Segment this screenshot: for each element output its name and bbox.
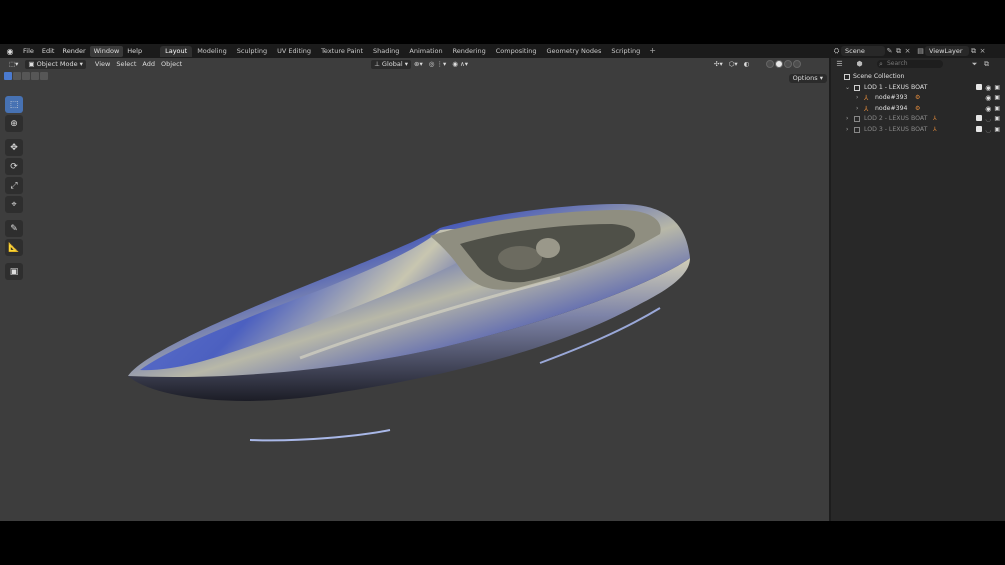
camera-icon[interactable]: ▣ xyxy=(994,84,1000,92)
tab-sculpting[interactable]: Sculpting xyxy=(232,46,272,57)
camera-icon[interactable]: ▣ xyxy=(994,94,1000,102)
tab-animation[interactable]: Animation xyxy=(404,46,447,57)
tab-uv-editing[interactable]: UV Editing xyxy=(272,46,316,57)
collection-row-lod3[interactable]: › LOD 3 - LEXUS BOAT ⅄ ◡ ▣ xyxy=(831,125,1005,136)
include-checkbox[interactable] xyxy=(976,125,983,132)
tab-shading[interactable]: Shading xyxy=(368,46,404,57)
blender-window: ◉ File Edit Render Window Help Layout Mo… xyxy=(0,44,1005,521)
constraint-icon: ⚙ xyxy=(915,104,921,112)
collection-icon xyxy=(844,74,850,80)
eye-icon[interactable]: ◉ xyxy=(985,105,991,113)
tab-texture-paint[interactable]: Texture Paint xyxy=(316,46,368,57)
scene-collection-row[interactable]: Scene Collection xyxy=(831,72,1005,83)
collection-label: LOD 1 - LEXUS BOAT xyxy=(864,83,928,91)
eye-icon[interactable]: ◉ xyxy=(985,84,991,92)
collection-icon xyxy=(854,126,860,133)
collection-row-lod2[interactable]: › LOD 2 - LEXUS BOAT ⅄ ◡ ▣ xyxy=(831,114,1005,125)
new-collection-icon[interactable]: ⧉ xyxy=(982,60,991,69)
tab-compositing[interactable]: Compositing xyxy=(491,46,542,57)
object-label: node#394 xyxy=(875,104,908,112)
outliner-header: ☰ ⬢ Search ⏷ ⧉ xyxy=(831,58,1005,70)
menu-edit[interactable]: Edit xyxy=(38,46,59,57)
top-bar: ◉ File Edit Render Window Help Layout Mo… xyxy=(0,44,1005,58)
3d-viewport[interactable]: ⬚▾ ▣ Object Mode ▾ View Select Add Objec… xyxy=(0,58,829,521)
camera-icon[interactable]: ▣ xyxy=(994,126,1000,134)
viewlayer-icon[interactable]: ▤ xyxy=(916,47,925,56)
eye-closed-icon[interactable]: ◡ xyxy=(985,115,991,123)
collection-label: LOD 3 - LEXUS BOAT xyxy=(864,125,928,133)
scene-field[interactable]: Scene xyxy=(841,46,885,56)
collection-row-lod1[interactable]: ⌄ LOD 1 - LEXUS BOAT ◉ ▣ xyxy=(831,83,1005,94)
menu-render[interactable]: Render xyxy=(58,46,89,57)
tab-scripting[interactable]: Scripting xyxy=(606,46,645,57)
object-row-node393[interactable]: › ⅄ node#393 ⚙ ◉ ▣ xyxy=(831,93,1005,104)
include-checkbox[interactable] xyxy=(976,83,983,90)
outliner-search-input[interactable]: Search xyxy=(877,60,943,68)
boat-model[interactable] xyxy=(0,58,829,521)
scene-collection-label: Scene Collection xyxy=(853,73,905,80)
empty-object-icon: ⅄ xyxy=(864,94,869,102)
chevron-down-icon[interactable]: ⌄ xyxy=(845,83,850,94)
scene-selector: ⛭ Scene ✎ ⧉ × ▤ ViewLayer ⧉ × xyxy=(832,46,987,56)
object-label: node#393 xyxy=(875,94,908,101)
menu-help[interactable]: Help xyxy=(123,46,146,57)
close-scene-icon[interactable]: × xyxy=(903,47,912,56)
add-workspace-icon[interactable]: + xyxy=(645,46,660,57)
collection-icon xyxy=(854,84,860,91)
object-row-node394[interactable]: › ⅄ node#394 ⚙ ◉ ▣ xyxy=(831,104,1005,115)
new-scene-icon[interactable]: ⧉ xyxy=(894,47,903,56)
close-viewlayer-icon[interactable]: × xyxy=(978,47,987,56)
tab-rendering[interactable]: Rendering xyxy=(448,46,491,57)
menu-file[interactable]: File xyxy=(19,46,38,57)
eye-icon[interactable]: ◉ xyxy=(985,94,991,102)
empty-object-icon: ⅄ xyxy=(933,115,937,122)
outliner-editor-icon[interactable]: ☰ xyxy=(835,60,844,69)
include-checkbox[interactable] xyxy=(976,115,983,121)
chevron-right-icon[interactable]: › xyxy=(856,93,858,104)
collection-icon xyxy=(854,116,860,122)
chevron-right-icon[interactable]: › xyxy=(846,125,848,136)
display-mode-icon[interactable]: ⬢ xyxy=(855,60,864,69)
filter-icon[interactable]: ⏷ xyxy=(970,60,979,69)
tab-layout[interactable]: Layout xyxy=(160,45,193,57)
camera-icon[interactable]: ▣ xyxy=(994,105,1000,113)
blender-logo-icon[interactable]: ◉ xyxy=(4,45,16,57)
camera-icon[interactable]: ▣ xyxy=(994,115,1000,123)
empty-object-icon: ⅄ xyxy=(933,125,937,133)
viewlayer-field[interactable]: ViewLayer xyxy=(925,46,969,56)
chevron-right-icon[interactable]: › xyxy=(856,104,858,115)
workspace-tabs: Layout Modeling Sculpting UV Editing Tex… xyxy=(160,45,660,57)
tab-modeling[interactable]: Modeling xyxy=(192,46,232,57)
eye-closed-icon[interactable]: ◡ xyxy=(985,126,991,134)
constraint-icon: ⚙ xyxy=(915,94,921,101)
empty-object-icon: ⅄ xyxy=(864,104,869,113)
collection-label: LOD 2 - LEXUS BOAT xyxy=(864,115,928,122)
tab-geometry-nodes[interactable]: Geometry Nodes xyxy=(542,46,607,57)
pin-icon[interactable]: ✎ xyxy=(885,47,894,56)
menu-window[interactable]: Window xyxy=(89,45,124,57)
new-viewlayer-icon[interactable]: ⧉ xyxy=(969,47,978,56)
chevron-right-icon[interactable]: › xyxy=(846,114,848,125)
scene-icon[interactable]: ⛭ xyxy=(832,47,841,56)
outliner-panel: ☰ ⬢ Search ⏷ ⧉ Scene Collection ⌄ LOD 1 … xyxy=(831,58,1005,521)
